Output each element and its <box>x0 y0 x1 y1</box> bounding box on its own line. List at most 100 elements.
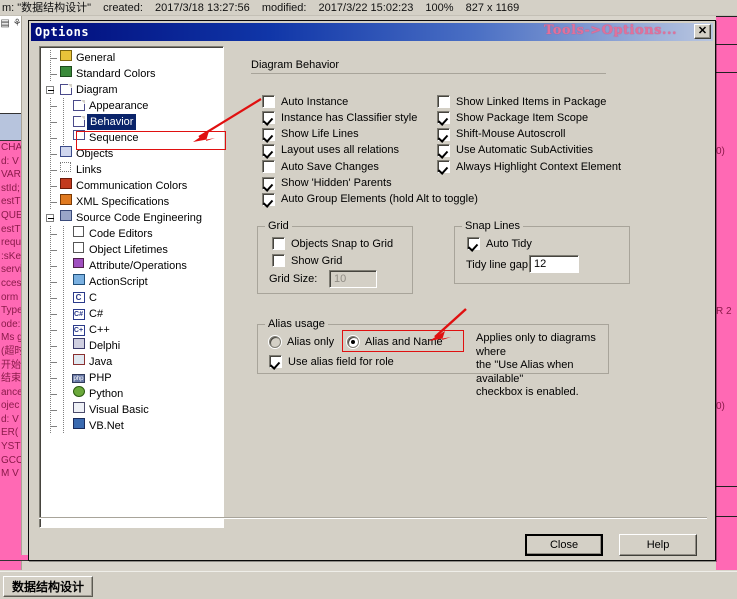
radio-alias-and-name[interactable]: Alias and Name <box>347 336 443 348</box>
tree-item-visual-basic[interactable]: Visual Basic <box>44 402 223 418</box>
checkbox-show-life-lines[interactable]: Show Life Lines <box>262 127 359 141</box>
taskbar-item-project[interactable]: 数据结构设计 <box>3 576 94 597</box>
options-tree: General Standard Colors Diagram Appearance B… <box>40 47 223 434</box>
checkbox-objects-snap-to-grid[interactable]: Objects Snap to Grid <box>272 237 393 250</box>
checkbox-box[interactable] <box>262 111 275 125</box>
close-icon[interactable]: ✕ <box>694 24 711 39</box>
checkbox-box[interactable] <box>262 143 275 157</box>
checkbox-box[interactable] <box>437 160 450 174</box>
radio-circle[interactable] <box>269 336 281 348</box>
background-text-fragment: stId; <box>1 182 20 194</box>
tree-item-links[interactable]: Links <box>44 162 223 178</box>
checkbox-label: Show 'Hidden' Parents <box>281 177 392 189</box>
python-icon <box>70 386 87 402</box>
tree-line-guide <box>57 130 70 146</box>
checkbox-layout-uses-all-relations[interactable]: Layout uses all relations <box>262 143 399 157</box>
checkbox-show-package-item-scope[interactable]: Show Package Item Scope <box>437 111 588 125</box>
checkbox-box[interactable] <box>272 254 285 267</box>
tree-line-guide <box>57 322 70 338</box>
tree-item-objects[interactable]: Objects <box>44 146 223 162</box>
tree-item-java[interactable]: Java <box>44 354 223 370</box>
tree-item-actionscript[interactable]: ActionScript <box>44 274 223 290</box>
tree-line-guide <box>44 178 57 194</box>
tree-item-source-code-engineering[interactable]: Source Code Engineering <box>44 210 223 226</box>
tree-item-object-lifetimes[interactable]: Object Lifetimes <box>44 242 223 258</box>
background-text-fragment: R 2 <box>716 306 732 317</box>
checkbox-box[interactable] <box>262 95 275 108</box>
background-text-fragment: ode: <box>1 318 21 330</box>
tree-item-label: Standard Colors <box>76 68 156 80</box>
tree-item-communication-colors[interactable]: Communication Colors <box>44 178 223 194</box>
checkbox-box[interactable] <box>437 111 450 125</box>
dialog-titlebar[interactable]: Options Tools->Options... ✕ <box>31 23 713 41</box>
checkbox-show-grid[interactable]: Show Grid <box>272 254 342 267</box>
checkbox-always-highlight-context-element[interactable]: Always Highlight Context Element <box>437 160 621 174</box>
tree-item-attribute-operations[interactable]: Attribute/Operations <box>44 258 223 274</box>
checkbox-auto-instance[interactable]: Auto Instance <box>262 95 348 108</box>
tree-item-label: VB.Net <box>89 420 124 432</box>
options-tree-panel[interactable]: General Standard Colors Diagram Appearance B… <box>39 46 224 528</box>
tree-item-python[interactable]: Python <box>44 386 223 402</box>
checkbox-box[interactable] <box>272 237 285 250</box>
tree-item-label: Delphi <box>89 340 121 352</box>
checkbox-auto-tidy[interactable]: Auto Tidy <box>467 237 532 250</box>
checkbox-shift-mouse-autoscroll[interactable]: Shift-Mouse Autoscroll <box>437 127 565 141</box>
radio-alias-only[interactable]: Alias only <box>269 336 334 348</box>
tree-item-standard-colors[interactable]: Standard Colors <box>44 66 223 82</box>
general-icon <box>57 50 74 66</box>
checkbox-box[interactable] <box>437 95 450 108</box>
editor-icon <box>70 226 87 242</box>
checkbox-use-automatic-subactivities[interactable]: Use Automatic SubActivities <box>437 143 593 157</box>
checkbox-box[interactable] <box>467 237 480 250</box>
checkbox-box[interactable] <box>269 355 282 368</box>
checkbox-show-linked-items-in-package[interactable]: Show Linked Items in Package <box>437 95 606 108</box>
checkbox-show-hidden-parents[interactable]: Show 'Hidden' Parents <box>262 176 392 190</box>
checkbox-auto-group-elements-hold-alt-to-toggle[interactable]: Auto Group Elements (hold Alt to toggle) <box>262 192 478 206</box>
tree-item-vb-net[interactable]: VB.Net <box>44 418 223 434</box>
checkbox-use-alias-field-for-role[interactable]: Use alias field for role <box>269 355 394 368</box>
tree-expander-collapse-icon[interactable] <box>44 210 57 226</box>
tree-item-behavior[interactable]: Behavior <box>44 114 223 130</box>
tree-item-label: Attribute/Operations <box>89 260 187 272</box>
tidy-line-gap-input[interactable]: 12 <box>529 255 579 273</box>
background-text-fragment: 0) <box>716 401 725 412</box>
tree-item-c[interactable]: C+ C++ <box>44 322 223 338</box>
checkbox-box[interactable] <box>262 127 275 141</box>
checkbox-auto-save-changes[interactable]: Auto Save Changes <box>262 160 379 174</box>
sequence-icon <box>70 130 87 146</box>
tree-item-c[interactable]: CC <box>44 290 223 306</box>
checkbox-instance-has-classifier-style[interactable]: Instance has Classifier style <box>262 111 417 125</box>
close-button[interactable]: Close <box>525 534 603 556</box>
background-text-fragment: :sKe <box>1 250 22 262</box>
background-text-fragment: ance <box>1 386 22 398</box>
tree-item-label: Diagram <box>76 84 118 96</box>
checkbox-box[interactable] <box>437 127 450 141</box>
comm-colors-icon <box>57 178 74 194</box>
status-zoom: 100% <box>425 2 454 14</box>
tree-item-appearance[interactable]: Appearance <box>44 98 223 114</box>
checkbox-box[interactable] <box>262 192 275 206</box>
radio-circle[interactable] <box>347 336 359 348</box>
tree-expander-collapse-icon[interactable] <box>44 82 57 98</box>
cpp-icon: C+ <box>72 325 85 336</box>
checkbox-box[interactable] <box>262 176 275 190</box>
tree-item-xml-specifications[interactable]: XML Specifications <box>44 194 223 210</box>
background-rule <box>716 72 737 73</box>
tree-item-general[interactable]: General <box>44 50 223 66</box>
tree-item-sequence[interactable]: Sequence <box>44 130 223 146</box>
background-text-fragment: estT <box>1 196 21 208</box>
tree-item-diagram[interactable]: Diagram <box>44 82 223 98</box>
grid-size-input[interactable]: 10 <box>329 270 377 288</box>
help-button[interactable]: Help <box>619 534 697 556</box>
grid-group-title: Grid <box>265 220 292 232</box>
tree-item-c[interactable]: C# C# <box>44 306 223 322</box>
tree-item-code-editors[interactable]: Code Editors <box>44 226 223 242</box>
tree-item-delphi[interactable]: Delphi <box>44 338 223 354</box>
tree-item-label: Python <box>89 388 124 400</box>
checkbox-box[interactable] <box>262 160 275 174</box>
objects-icon <box>57 146 74 162</box>
checkbox-label: Use alias field for role <box>288 355 394 368</box>
background-rule <box>716 516 737 517</box>
checkbox-box[interactable] <box>437 143 450 157</box>
tree-item-php[interactable]: php PHP <box>44 370 223 386</box>
